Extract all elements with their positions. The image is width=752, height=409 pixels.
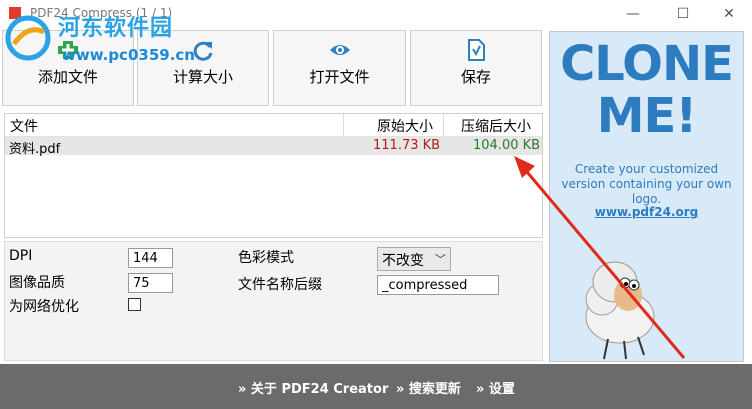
ad-panel[interactable]: CLONE ME! Create your customized version… [549, 31, 744, 362]
open-file-button[interactable]: 打开文件 [273, 30, 406, 106]
file-name: 资料.pdf [9, 142, 61, 157]
maximize-button[interactable]: ☐ [660, 2, 706, 26]
save-label: 保存 [460, 68, 491, 86]
column-divider[interactable] [343, 114, 344, 136]
calculate-size-label: 计算大小 [172, 68, 233, 86]
eye-icon [329, 45, 350, 55]
open-file-label: 打开文件 [309, 68, 370, 86]
image-quality-label: 图像品质 [9, 275, 65, 291]
color-mode-label: 色彩模式 [238, 250, 294, 266]
image-quality-input[interactable] [128, 273, 173, 293]
add-files-label: 添加文件 [37, 68, 98, 86]
close-button[interactable]: ✕ [706, 2, 752, 26]
hedong-logo [5, 15, 51, 61]
ad-headline-line2: ME! [596, 88, 697, 144]
footer-bar: » 关于 PDF24 Creator » 搜索更新 » 设置 [0, 364, 752, 409]
filename-suffix-input[interactable] [377, 275, 499, 295]
column-header-compressed-size[interactable]: 压缩后大小 [461, 116, 531, 136]
column-header-file[interactable]: 文件 [10, 116, 38, 136]
ad-link[interactable]: www.pdf24.org [550, 205, 743, 219]
options-panel: DPI 图像品质 为网络优化 色彩模式 不改变 ﹀ 文件名称后缀 [4, 241, 543, 361]
original-size: 111.73 KB [373, 138, 441, 153]
watermark-title: 河东软件园 [58, 16, 174, 41]
search-updates-link[interactable]: » 搜索更新 [396, 378, 461, 397]
watermark-url: www.pc0359.cn [62, 46, 195, 64]
settings-link[interactable]: » 设置 [476, 378, 515, 397]
table-row[interactable]: 资料.pdf 111.73 KB 104.00 KB [5, 137, 542, 157]
dpi-label: DPI [9, 248, 33, 264]
column-header-original-size[interactable]: 原始大小 [377, 116, 433, 136]
compressed-size: 104.00 KB [473, 138, 541, 153]
about-link[interactable]: » 关于 PDF24 Creator [238, 378, 388, 397]
color-mode-value: 不改变 [382, 253, 424, 269]
sheep-illustration [585, 261, 655, 360]
column-divider[interactable] [443, 114, 444, 136]
watermark: 河东软件园 www.pc0359.cn [4, 4, 204, 68]
file-list-header: 文件 原始大小 压缩后大小 [5, 114, 542, 137]
web-optimize-label: 为网络优化 [9, 299, 79, 315]
chevron-down-icon: ﹀ [435, 253, 446, 266]
ad-text: Create your customized version containin… [561, 162, 732, 206]
color-mode-select[interactable]: 不改变 ﹀ [377, 247, 451, 271]
dpi-input[interactable] [128, 248, 173, 268]
save-button[interactable]: 保存 [410, 30, 542, 106]
file-list[interactable]: 文件 原始大小 压缩后大小 资料.pdf 111.73 KB 104.00 KB [4, 113, 543, 238]
save-document-icon [468, 39, 485, 61]
minimize-button[interactable]: — [610, 2, 656, 26]
filename-suffix-label: 文件名称后缀 [238, 277, 322, 293]
web-optimize-checkbox[interactable] [128, 298, 141, 311]
ad-headline-line1: CLONE [560, 36, 734, 92]
